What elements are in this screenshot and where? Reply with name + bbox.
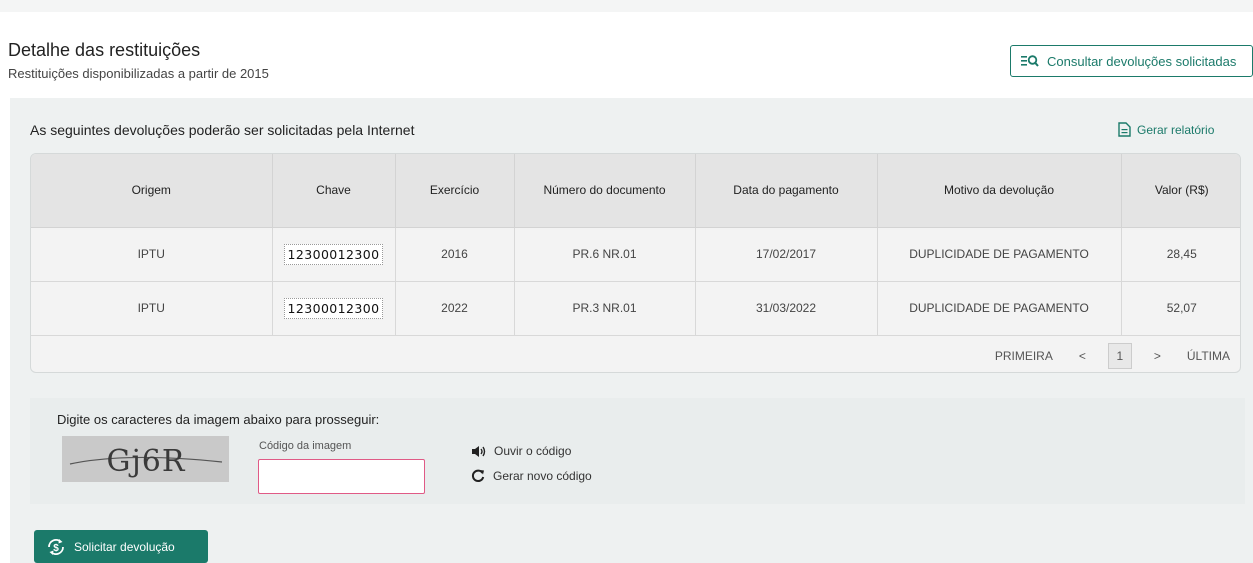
captcha-field-label: Código da imagem — [259, 440, 352, 452]
key-chip: 12300012300 — [283, 243, 384, 265]
column-header: Motivo da devolução — [877, 154, 1122, 228]
refunds-panel: As seguintes devoluções poderão ser soli… — [10, 98, 1253, 563]
pagination-first[interactable]: PRIMEIRA — [995, 349, 1053, 363]
column-header: Valor (R$) — [1121, 154, 1240, 228]
table-cell: IPTU — [31, 281, 273, 336]
captcha-prompt: Digite os caracteres da imagem abaixo pa… — [57, 412, 380, 427]
table-cell: DUPLICIDADE DE PAGAMENTO — [877, 281, 1122, 336]
regenerate-code-link[interactable]: Gerar novo código — [471, 469, 592, 483]
page-subtitle: Restituições disponibilizadas a partir d… — [8, 66, 269, 81]
column-header: Data do pagamento — [695, 154, 878, 228]
listen-code-label: Ouvir o código — [494, 444, 572, 458]
column-header: Número do documento — [514, 154, 696, 228]
request-refund-button[interactable]: $ Solicitar devolução — [34, 530, 208, 563]
panel-heading: As seguintes devoluções poderão ser soli… — [30, 122, 415, 138]
column-header: Exercício — [395, 154, 515, 228]
table-cell: 12300012300 — [272, 281, 396, 336]
speaker-icon — [472, 445, 486, 457]
table-cell: 2016 — [395, 227, 515, 282]
table-cell: 2022 — [395, 281, 515, 336]
table-cell: 28,45 — [1121, 227, 1240, 282]
table-cell: IPTU — [31, 227, 273, 282]
table-cell: 12300012300 — [272, 227, 396, 282]
table-cell: PR.3 NR.01 — [514, 281, 696, 336]
pagination-prev[interactable]: < — [1079, 349, 1086, 363]
captcha-image-text: Gj6R — [106, 444, 185, 479]
page-title: Detalhe das restituições — [8, 40, 201, 60]
table-cell: 17/02/2017 — [695, 227, 878, 282]
pagination-current-page[interactable]: 1 — [1107, 342, 1132, 369]
table-row: IPTU 12300012300 2016 PR.6 NR.01 17/02/2… — [31, 227, 1240, 282]
captcha-code-input[interactable] — [258, 459, 425, 494]
captcha-section: Digite os caracteres da imagem abaixo pa… — [30, 398, 1245, 504]
pagination: PRIMEIRA < 1 > ÚLTIMA — [31, 337, 1240, 372]
table-cell: 52,07 — [1121, 281, 1240, 336]
refunds-table: Origem Chave Exercício Número do documen… — [30, 153, 1241, 373]
list-search-icon — [1021, 55, 1039, 67]
key-chip: 12300012300 — [283, 297, 384, 319]
table-cell: DUPLICIDADE DE PAGAMENTO — [877, 227, 1122, 282]
table-header-row: Origem Chave Exercício Número do documen… — [31, 154, 1240, 228]
document-icon — [1118, 122, 1131, 137]
table-row: IPTU 12300012300 2022 PR.3 NR.01 31/03/2… — [31, 281, 1240, 336]
consult-requests-label: Consultar devoluções solicitadas — [1047, 53, 1237, 69]
generate-report-label: Gerar relatório — [1137, 122, 1215, 137]
pagination-last[interactable]: ÚLTIMA — [1187, 349, 1230, 363]
captcha-image: Gj6R — [62, 436, 229, 482]
refresh-money-icon: $ — [48, 538, 64, 555]
consult-requests-button[interactable]: Consultar devoluções solicitadas — [1010, 45, 1253, 77]
table-cell: 31/03/2022 — [695, 281, 878, 336]
svg-text:$: $ — [53, 543, 59, 554]
refresh-icon — [471, 469, 485, 482]
pagination-next[interactable]: > — [1154, 349, 1161, 363]
regenerate-code-label: Gerar novo código — [493, 469, 592, 483]
request-refund-label: Solicitar devolução — [74, 539, 175, 554]
column-header: Chave — [272, 154, 396, 228]
listen-code-link[interactable]: Ouvir o código — [471, 444, 571, 458]
table-cell: PR.6 NR.01 — [514, 227, 696, 282]
generate-report-link[interactable]: Gerar relatório — [1118, 122, 1214, 137]
column-header: Origem — [31, 154, 273, 228]
page: Detalhe das restituições Restituições di… — [0, 12, 1253, 563]
captcha-image-svg: Gj6R — [69, 444, 222, 479]
